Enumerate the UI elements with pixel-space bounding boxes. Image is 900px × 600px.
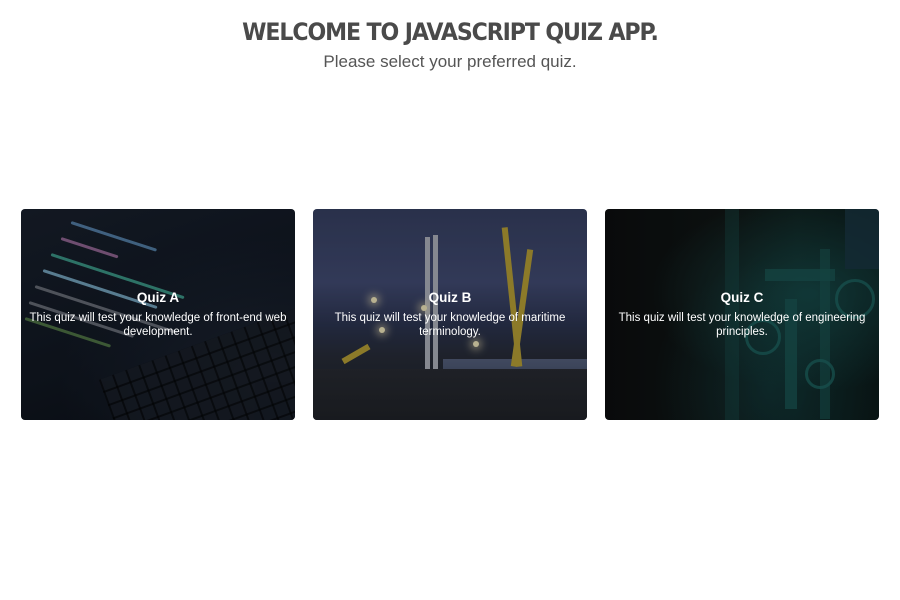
page-title: WELCOME TO JAVASCRIPT QUIZ APP. bbox=[242, 18, 659, 46]
quiz-card-description: This quiz will test your knowledge of en… bbox=[618, 312, 866, 338]
header: WELCOME TO JAVASCRIPT QUIZ APP. Please s… bbox=[0, 16, 900, 73]
quiz-card-title: Quiz B bbox=[428, 290, 472, 305]
quiz-card-a[interactable]: Quiz A This quiz will test your knowledg… bbox=[21, 209, 295, 420]
quiz-card-description: This quiz will test your knowledge of fr… bbox=[29, 312, 287, 338]
quiz-card-title: Quiz C bbox=[720, 290, 764, 305]
quiz-card-b[interactable]: Quiz B This quiz will test your knowledg… bbox=[313, 209, 587, 420]
page-subtitle: Please select your preferred quiz. bbox=[323, 52, 577, 71]
quiz-card-description: This quiz will test your knowledge of ma… bbox=[334, 312, 566, 338]
quiz-selection-page: WELCOME TO JAVASCRIPT QUIZ APP. Please s… bbox=[0, 0, 900, 600]
quiz-card-title: Quiz A bbox=[136, 290, 180, 305]
quiz-card-c[interactable]: Quiz C This quiz will test your knowledg… bbox=[605, 209, 879, 420]
quiz-card-list: Quiz A This quiz will test your knowledg… bbox=[21, 209, 879, 420]
